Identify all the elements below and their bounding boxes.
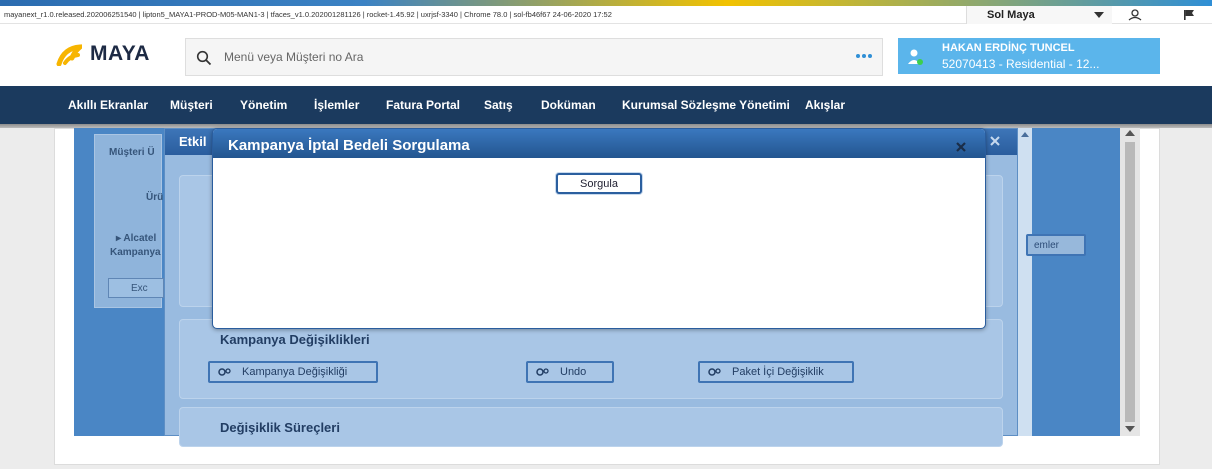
more-options-icon[interactable] — [856, 54, 872, 58]
kampanya-iptal-dialog: Kampanya İptal Bedeli Sorgulama Sorgula — [212, 128, 986, 329]
customer-subscription: 52070413 - Residential - 12... — [942, 57, 1100, 71]
page-scrollbar[interactable] — [1120, 128, 1140, 436]
close-icon[interactable] — [955, 141, 967, 153]
kampanya-degisikligi-label: Kampanya Değişikliği — [242, 366, 348, 378]
section-title-degisiklik-surecleri: Değişiklik Süreçleri — [220, 420, 340, 435]
secondary-dialog-scrollbar[interactable] — [1018, 128, 1032, 436]
scroll-up-icon[interactable] — [1125, 130, 1135, 136]
nav-item-fatura-portal[interactable]: Fatura Portal — [386, 98, 460, 112]
dialog-title: Kampanya İptal Bedeli Sorgulama — [228, 137, 470, 154]
nav-item-musteri[interactable]: Müşteri — [170, 98, 213, 112]
sol-dropdown-value: Sol Maya — [987, 9, 1035, 21]
scroll-down-icon[interactable] — [1125, 426, 1135, 432]
app-header: MAYA HAKAN ERDİNÇ TUNCEL 52070413 - Resi… — [0, 24, 1212, 86]
gears-icon — [536, 368, 549, 376]
nav-item-islemler[interactable]: İşlemler — [314, 98, 359, 112]
search-box[interactable] — [185, 38, 883, 76]
undo-button[interactable]: Undo — [526, 361, 614, 383]
nav-item-akislar[interactable]: Akışlar — [805, 98, 845, 112]
scroll-thumb[interactable] — [1125, 142, 1135, 422]
nav-item-dokuman[interactable]: Doküman — [541, 98, 596, 112]
bg-musteri-label: Müşteri Ü — [109, 147, 155, 158]
logo-text: MAYA — [90, 42, 150, 65]
undo-label: Undo — [560, 366, 587, 378]
gears-icon — [708, 368, 721, 376]
degisiklik-surecleri-section: Değişiklik Süreçleri — [179, 407, 1003, 447]
close-icon[interactable] — [989, 135, 1001, 147]
kampanya-degisikligi-button[interactable]: Kampanya Değişikliği — [208, 361, 378, 383]
main-nav: Akıllı Ekranlar Müşteri Yönetim İşlemler… — [0, 86, 1212, 124]
nav-item-akilli-ekranlar[interactable]: Akıllı Ekranlar — [68, 98, 148, 112]
search-input[interactable] — [224, 39, 824, 75]
scroll-up-icon[interactable] — [1021, 132, 1029, 137]
islemler-button[interactable]: emler — [1026, 234, 1086, 256]
paket-ici-degisiklik-label: Paket İçi Değişiklik — [732, 366, 824, 378]
kampanya-degisiklikleri-section: Kampanya Değişiklikleri Kampanya Değişik… — [179, 319, 1003, 399]
flag-icon[interactable] — [1182, 9, 1196, 21]
sol-dropdown[interactable]: Sol Maya — [966, 6, 1112, 24]
dialog-titlebar: Kampanya İptal Bedeli Sorgulama — [213, 129, 985, 158]
secondary-dialog-title: Etkil — [179, 134, 207, 149]
search-icon — [196, 50, 212, 66]
islemler-label: emler — [1034, 240, 1060, 251]
paket-ici-degisiklik-button[interactable]: Paket İçi Değişiklik — [698, 361, 854, 383]
excel-button[interactable]: Exc — [108, 278, 164, 298]
gears-icon — [218, 368, 231, 376]
version-bar: mayanext_r1.0.released.202006251540 | li… — [0, 6, 1212, 24]
bg-kampanya-label: Kampanya — [110, 247, 161, 258]
maya-logo-icon — [56, 44, 82, 66]
excel-label: Exc — [131, 283, 148, 294]
customer-card[interactable]: HAKAN ERDİNÇ TUNCEL 52070413 - Residenti… — [898, 38, 1160, 74]
nav-item-yonetim[interactable]: Yönetim — [240, 98, 287, 112]
customer-name: HAKAN ERDİNÇ TUNCEL — [942, 42, 1075, 54]
chevron-down-icon — [1094, 12, 1104, 18]
customer-icon — [908, 49, 923, 65]
user-icon[interactable] — [1128, 9, 1142, 21]
sorgula-button[interactable]: Sorgula — [556, 173, 642, 194]
bg-alcatel-label: ▸ Alcatel — [116, 233, 157, 244]
section-title-kampanya: Kampanya Değişiklikleri — [220, 332, 370, 347]
nav-item-satis[interactable]: Satış — [484, 98, 513, 112]
nav-item-kurumsal-sozlesme[interactable]: Kurumsal Sözleşme Yönetimi — [622, 98, 790, 112]
bg-urun-label: Ürü — [146, 192, 164, 203]
version-text: mayanext_r1.0.released.202006251540 | li… — [4, 10, 612, 19]
